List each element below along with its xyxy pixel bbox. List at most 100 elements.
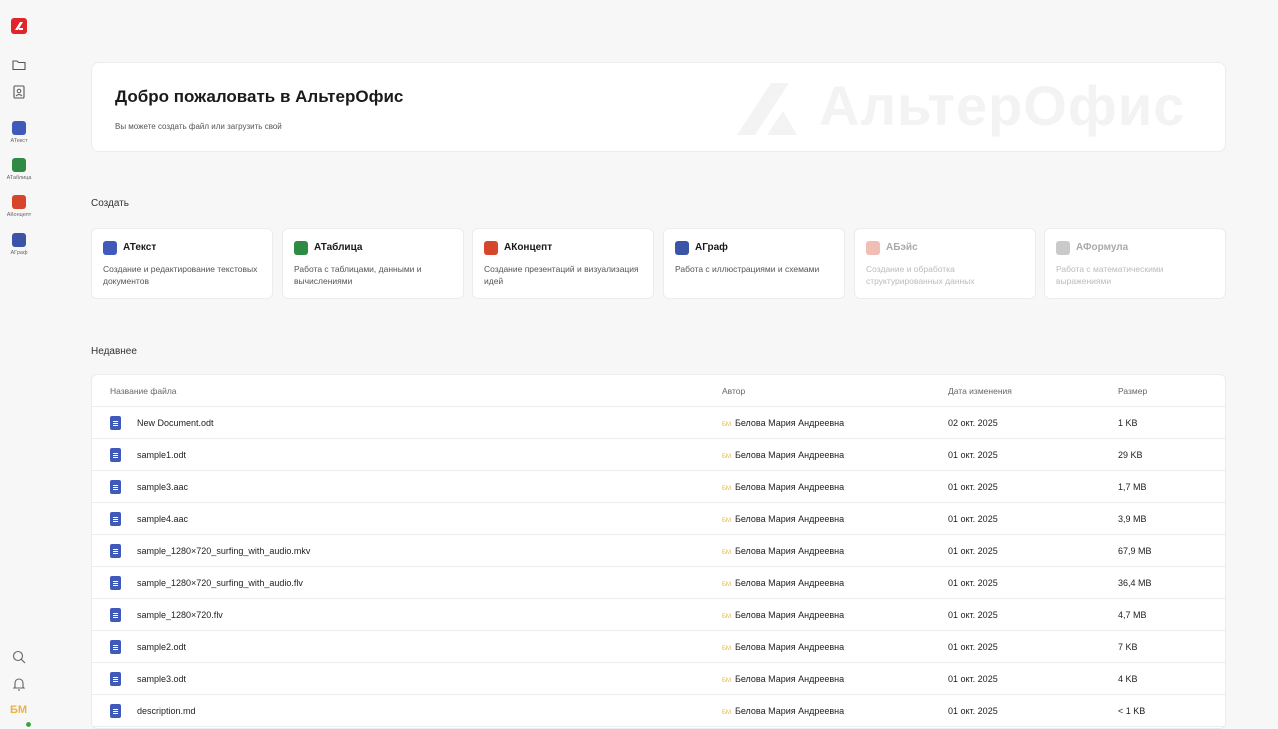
card-name: АГраф <box>695 242 728 253</box>
card-name: АТекст <box>123 242 157 253</box>
table-row[interactable]: sample3.odt БМ Белова Мария Андреевна 01 ок… <box>92 663 1225 695</box>
welcome-banner: Добро пожаловать в АльтерОфис Вы можете … <box>91 62 1226 152</box>
file-name[interactable]: New Document.odt <box>137 418 214 428</box>
agraph-app-icon <box>675 241 689 255</box>
document-file-icon <box>110 448 121 462</box>
card-name: АБэйс <box>886 242 918 253</box>
file-date: 01 окт. 2025 <box>948 706 998 716</box>
author-initials: БМ <box>722 646 731 652</box>
file-date: 01 окт. 2025 <box>948 514 998 524</box>
file-date: 02 окт. 2025 <box>948 418 998 428</box>
file-date: 01 окт. 2025 <box>948 610 998 620</box>
agraph-app-icon <box>12 233 26 247</box>
file-author: БМ Белова Мария Андреевна <box>722 418 844 428</box>
file-author: БМ Белова Мария Андреевна <box>722 706 844 716</box>
bell-icon[interactable] <box>11 676 27 692</box>
file-author: БМ Белова Мария Андреевна <box>722 610 844 620</box>
column-header-author[interactable]: Автор <box>722 386 745 396</box>
card-description: Создание презентаций и визуализация идей <box>484 264 639 286</box>
sidebar-app-atext[interactable]: АТекст <box>0 121 38 144</box>
document-file-icon <box>110 672 121 686</box>
search-icon[interactable] <box>11 649 27 665</box>
author-initials: БМ <box>722 454 731 460</box>
sidebar-app-label: АГраф <box>10 250 28 256</box>
sidebar-app-label: АТекст <box>10 138 28 144</box>
file-size: 29 KB <box>1118 450 1143 460</box>
table-row[interactable]: sample4.aac БМ Белова Мария Андреевна 01 ок… <box>92 503 1225 535</box>
file-size: 3,9 MB <box>1118 514 1147 524</box>
author-name: Белова Мария Андреевна <box>734 482 845 492</box>
file-name[interactable]: sample_1280×720_surfing_with_audio.mkv <box>137 546 310 556</box>
table-header: Название файла Автор Дата изменения Разм… <box>92 375 1225 407</box>
create-card-atext[interactable]: АТекст Создание и редактирование текстов… <box>91 228 273 299</box>
file-name[interactable]: sample1.odt <box>137 450 186 460</box>
author-name: Белова Мария Андреевна <box>734 546 845 556</box>
author-initials: БМ <box>722 710 731 716</box>
file-date: 01 окт. 2025 <box>948 578 998 588</box>
author-initials: БМ <box>722 422 731 428</box>
sidebar-app-atable[interactable]: АТаблица <box>0 158 38 181</box>
create-card-aconcept[interactable]: АКонцепт Создание презентаций и визуализ… <box>472 228 654 299</box>
contacts-icon[interactable] <box>11 84 27 100</box>
column-header-size[interactable]: Размер <box>1118 386 1147 396</box>
table-row[interactable]: sample3.aac БМ Белова Мария Андреевна 01 ок… <box>92 471 1225 503</box>
table-row[interactable]: sample2.odt БМ Белова Мария Андреевна 01 ок… <box>92 631 1225 663</box>
altero-logo-icon[interactable] <box>11 18 27 34</box>
author-initials: БМ <box>722 582 731 588</box>
sidebar: АТекст АТаблица АКонцепт АГраф БМ <box>0 0 38 729</box>
table-row[interactable]: sample_1280×720.flv БМ Белова Мария Андрее… <box>92 599 1225 631</box>
file-size: 1,7 MB <box>1118 482 1147 492</box>
abase-app-icon <box>866 241 880 255</box>
file-name[interactable]: sample3.aac <box>137 482 188 492</box>
file-author: БМ Белова Мария Андреевна <box>722 546 844 556</box>
author-name: Белова Мария Андреевна <box>734 610 845 620</box>
sidebar-app-agraph[interactable]: АГраф <box>0 233 38 256</box>
document-file-icon <box>110 416 121 430</box>
card-name: АКонцепт <box>504 242 553 253</box>
recent-files-table: Название файла Автор Дата изменения Разм… <box>91 374 1226 729</box>
table-row[interactable]: description.md БМ Белова Мария Андреевна 01… <box>92 695 1225 727</box>
watermark-text: АльтерОфис <box>819 74 1186 137</box>
file-name[interactable]: sample2.odt <box>137 642 186 652</box>
file-date: 01 окт. 2025 <box>948 674 998 684</box>
file-name[interactable]: description.md <box>137 706 196 716</box>
watermark: АльтерОфис <box>737 74 1217 139</box>
table-row[interactable]: sample_1280×720_surfing_with_audio.flv БМ… <box>92 567 1225 599</box>
author-name: Белова Мария Андреевна <box>734 514 845 524</box>
document-file-icon <box>110 512 121 526</box>
author-name: Белова Мария Андреевна <box>734 706 845 716</box>
file-date: 01 окт. 2025 <box>948 450 998 460</box>
create-card-aformula: АФормула Работа с математическими выраже… <box>1044 228 1226 299</box>
column-header-date[interactable]: Дата изменения <box>948 386 1012 396</box>
author-initials: БМ <box>722 518 731 524</box>
aconcept-app-icon <box>12 195 26 209</box>
online-status-dot <box>25 721 32 728</box>
file-name[interactable]: sample4.aac <box>137 514 188 524</box>
document-file-icon <box>110 608 121 622</box>
author-name: Белова Мария Андреевна <box>734 418 845 428</box>
file-author: БМ Белова Мария Андреевна <box>722 450 844 460</box>
create-card-abase: АБэйс Создание и обработка структурирова… <box>854 228 1036 299</box>
table-row[interactable]: New Document.odt БМ Белова Мария Андреевна… <box>92 407 1225 439</box>
sidebar-app-aconcept[interactable]: АКонцепт <box>0 195 38 218</box>
watermark-logo-icon <box>737 83 797 135</box>
file-name[interactable]: sample3.odt <box>137 674 186 684</box>
create-card-agraph[interactable]: АГраф Работа с иллюстрациями и схемами <box>663 228 845 299</box>
user-avatar[interactable]: БМ <box>10 704 28 722</box>
card-description: Создание и редактирование текстовых доку… <box>103 264 258 286</box>
table-row[interactable]: sample1.odt БМ Белова Мария Андреевна 01 ок… <box>92 439 1225 471</box>
column-header-name[interactable]: Название файла <box>110 386 177 396</box>
create-card-atable[interactable]: АТаблица Работа с таблицами, данными и в… <box>282 228 464 299</box>
file-size: < 1 KB <box>1118 706 1146 716</box>
folder-icon[interactable] <box>11 57 27 73</box>
document-file-icon <box>110 704 121 718</box>
file-size: 1 KB <box>1118 418 1138 428</box>
table-row[interactable]: sample_1280×720_surfing_with_audio.mkv БМ… <box>92 535 1225 567</box>
file-author: БМ Белова Мария Андреевна <box>722 674 844 684</box>
card-description: Создание и обработка структурированных д… <box>866 264 975 286</box>
file-name[interactable]: sample_1280×720_surfing_with_audio.flv <box>137 578 303 588</box>
file-name[interactable]: sample_1280×720.flv <box>137 610 223 620</box>
atable-app-icon <box>12 158 26 172</box>
author-name: Белова Мария Андреевна <box>734 450 845 460</box>
document-file-icon <box>110 640 121 654</box>
